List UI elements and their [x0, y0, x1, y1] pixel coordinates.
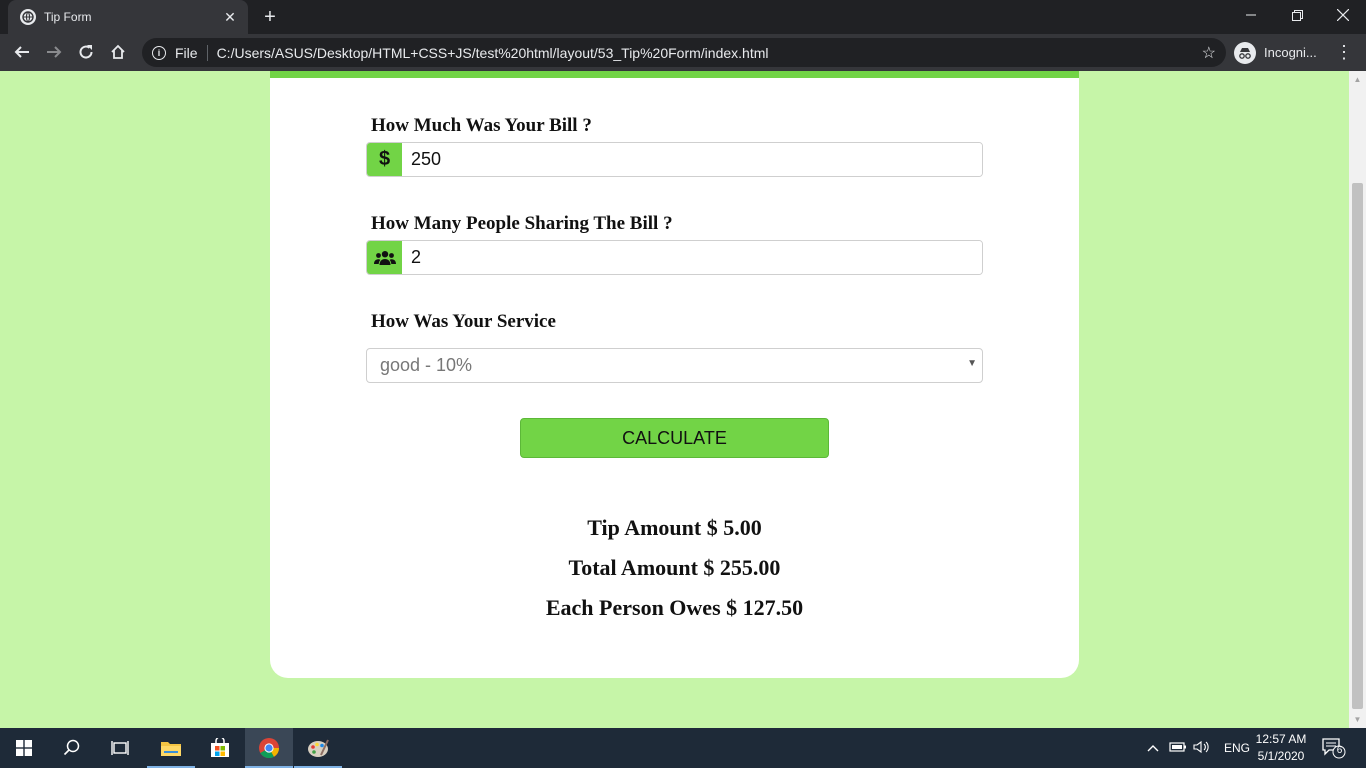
search-icon [63, 739, 80, 756]
system-tray: ENG [1144, 728, 1250, 768]
forward-button[interactable] [40, 38, 68, 66]
dropdown-arrow-icon: ▼ [967, 358, 977, 369]
incognito-profile-button[interactable]: Incogni... [1234, 39, 1317, 66]
clock-time: 12:57 AM [1255, 732, 1307, 746]
scheme-label: File [175, 44, 198, 61]
task-view-icon [111, 741, 129, 755]
service-select[interactable]: good - 10% ▼ [366, 348, 983, 383]
bill-question-label: How Much Was Your Bill ? [371, 115, 592, 136]
store-bag-icon [211, 738, 229, 757]
taskbar-search-button[interactable] [48, 728, 96, 768]
notification-count: 6 [1336, 745, 1343, 756]
omnibox-divider [206, 44, 208, 61]
browser-titlebar: Tip Form ✕ + [0, 0, 1366, 34]
paint-palette-icon [308, 739, 329, 757]
info-icon[interactable]: i [152, 45, 166, 60]
address-bar[interactable]: i File C:/Users/ASUS/Desktop/HTML+CSS+JS… [142, 38, 1226, 67]
browser-menu-icon[interactable]: ⋮ [1334, 42, 1354, 62]
scroll-up-arrow-icon[interactable]: ▲ [1349, 71, 1366, 88]
people-input-group [366, 240, 983, 275]
page-scrollbar[interactable]: ▲ ▼ [1349, 71, 1366, 728]
dollar-sign-icon: $ [367, 143, 402, 176]
tab-title: Tip Form [44, 10, 92, 24]
speaker-icon[interactable] [1190, 740, 1214, 757]
windows-logo-icon [16, 740, 32, 756]
task-view-button[interactable] [96, 728, 144, 768]
scroll-thumb[interactable] [1352, 183, 1363, 709]
scroll-down-arrow-icon[interactable]: ▼ [1349, 711, 1366, 728]
tip-amount-result: Tip Amount $ 5.00 [587, 515, 762, 540]
each-person-owes-result: Each Person Owes $ 127.50 [545, 595, 804, 620]
arrow-right-icon [47, 46, 62, 58]
folder-icon [161, 742, 181, 756]
tab-close-icon[interactable]: ✕ [222, 9, 238, 26]
taskbar-file-explorer[interactable] [147, 728, 195, 768]
browser-toolbar: i File C:/Users/ASUS/Desktop/HTML+CSS+JS… [0, 34, 1366, 71]
browser-tab[interactable]: Tip Form ✕ [8, 0, 248, 34]
bill-amount-input[interactable] [402, 143, 982, 176]
reload-icon [79, 45, 93, 59]
url-text[interactable]: C:/Users/ASUS/Desktop/HTML+CSS+JS/test%2… [217, 45, 1202, 61]
card-accent-bar [270, 71, 1079, 78]
people-count-input[interactable] [402, 241, 982, 274]
tip-form-card: How Much Was Your Bill ? $ How Many Peop… [270, 71, 1079, 678]
bill-input-group: $ [366, 142, 983, 177]
people-question-label: How Many People Sharing The Bill ? [371, 213, 673, 234]
clock-date: 5/1/2020 [1257, 749, 1305, 763]
arrow-left-icon [14, 46, 29, 58]
total-amount-result: Total Amount $ 255.00 [568, 555, 781, 580]
close-window-button[interactable] [1320, 0, 1366, 30]
taskbar-clock[interactable]: 12:57 AM 5/1/2020 [1248, 731, 1314, 765]
action-center-button[interactable]: 6 [1322, 737, 1346, 759]
home-button[interactable] [104, 38, 132, 66]
taskbar-chrome[interactable] [245, 728, 293, 768]
calculate-button[interactable]: CALCULATE [520, 418, 829, 458]
windows-taskbar: ENG 12:57 AM 5/1/2020 6 [0, 728, 1366, 768]
new-tab-button[interactable]: + [258, 5, 282, 29]
incognito-icon [1234, 41, 1256, 64]
reload-button[interactable] [72, 38, 100, 66]
home-icon [111, 44, 125, 59]
battery-icon[interactable] [1166, 741, 1190, 756]
restore-button[interactable] [1274, 0, 1320, 30]
page-viewport: How Much Was Your Bill ? $ How Many Peop… [0, 71, 1349, 728]
minimize-button[interactable] [1228, 0, 1274, 30]
chrome-icon [259, 738, 280, 759]
chevron-up-icon[interactable] [1144, 741, 1162, 755]
language-indicator[interactable]: ENG [1224, 741, 1250, 755]
taskbar-store[interactable] [196, 728, 244, 768]
service-question-label: How Was Your Service [371, 311, 556, 332]
bookmark-star-icon[interactable]: ☆ [1202, 43, 1216, 63]
users-icon [367, 241, 402, 274]
back-button[interactable] [8, 38, 36, 66]
profile-label: Incogni... [1264, 45, 1317, 60]
globe-icon [20, 9, 36, 25]
taskbar-paint[interactable] [294, 728, 342, 768]
start-button[interactable] [0, 728, 48, 768]
service-selected-value: good - 10% [380, 355, 473, 375]
